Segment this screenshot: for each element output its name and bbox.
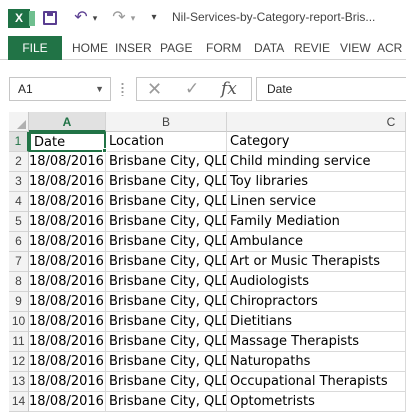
row-header[interactable]: 9 [9, 292, 29, 312]
row-header[interactable]: 4 [9, 192, 29, 212]
tab-file[interactable]: FILE [8, 36, 62, 60]
table-cell-c[interactable]: Art or Music Therapists [227, 252, 406, 272]
table-cell-a[interactable]: 18/08/2016 [29, 372, 106, 392]
table-cell-c[interactable]: Massage Therapists [227, 332, 406, 352]
undo-dropdown-icon[interactable]: ▾ [90, 8, 100, 28]
tab-review[interactable]: REVIE [294, 36, 332, 60]
document-title: Nil-Services-by-Category-report-Bris... [172, 10, 376, 24]
row-header[interactable]: 2 [9, 152, 29, 172]
header-cell-a[interactable]: Date [29, 132, 106, 152]
table-cell-a[interactable]: 18/08/2016 [29, 292, 106, 312]
name-box-value: A1 [18, 82, 33, 96]
table-cell-a[interactable]: 18/08/2016 [29, 252, 106, 272]
redo-icon[interactable]: ↷ [110, 8, 128, 28]
spreadsheet-grid: A B C 1 Date Location Category 2 18/08/2016 Br… [0, 112, 406, 418]
fill-handle[interactable] [102, 148, 107, 153]
resize-handle[interactable] [121, 82, 124, 96]
row-header[interactable]: 12 [9, 352, 29, 372]
table-cell-c[interactable]: Naturopaths [227, 352, 406, 372]
column-header-a[interactable]: A [29, 112, 106, 132]
title-bar: X ↶ ▾ ↷ ▾ ▾ Nil-Services-by-Category-rep… [0, 0, 406, 36]
tab-insert[interactable]: INSER [115, 36, 152, 60]
header-cell-b[interactable]: Location [106, 132, 227, 152]
table-cell-b[interactable]: Brisbane City, QLD [106, 152, 227, 172]
row-header[interactable]: 8 [9, 272, 29, 292]
redo-dropdown-icon[interactable]: ▾ [128, 8, 138, 28]
table-cell-b[interactable]: Brisbane City, QLD [106, 212, 227, 232]
table-cell-a[interactable]: 18/08/2016 [29, 152, 106, 172]
chevron-down-icon[interactable]: ▼ [95, 78, 104, 100]
table-cell-c[interactable]: Optometrists [227, 392, 406, 412]
customize-toolbar-icon[interactable]: ▾ [148, 8, 160, 28]
name-box[interactable]: A1 ▼ [9, 77, 111, 101]
table-cell-a[interactable]: 18/08/2016 [29, 172, 106, 192]
row-header[interactable]: 7 [9, 252, 29, 272]
tab-data[interactable]: DATA [254, 36, 288, 60]
table-cell-b[interactable]: Brisbane City, QLD [106, 392, 227, 412]
table-cell-b[interactable]: Brisbane City, QLD [106, 272, 227, 292]
insert-function-icon[interactable]: fx [221, 78, 237, 100]
table-cell-a[interactable]: 18/08/2016 [29, 352, 106, 372]
table-cell-b[interactable]: Brisbane City, QLD [106, 312, 227, 332]
formula-buttons: ✕ ✓ fx [136, 77, 252, 101]
table-cell-a[interactable]: 18/08/2016 [29, 272, 106, 292]
table-cell-b[interactable]: Brisbane City, QLD [106, 172, 227, 192]
row-header[interactable]: 11 [9, 332, 29, 352]
row-header[interactable]: 3 [9, 172, 29, 192]
table-cell-b[interactable]: Brisbane City, QLD [106, 252, 227, 272]
column-header-c[interactable]: C [227, 112, 406, 132]
header-cell-c[interactable]: Category [227, 132, 406, 152]
check-icon[interactable]: ✓ [185, 78, 199, 100]
table-cell-c[interactable]: Family Mediation [227, 212, 406, 232]
table-cell-a[interactable]: 18/08/2016 [29, 232, 106, 252]
table-cell-b[interactable]: Brisbane City, QLD [106, 352, 227, 372]
tab-formulas[interactable]: FORM [206, 36, 244, 60]
table-cell-c[interactable]: Dietitians [227, 312, 406, 332]
table-cell-b[interactable]: Brisbane City, QLD [106, 232, 227, 252]
tab-page-layout[interactable]: PAGE [160, 36, 194, 60]
table-cell-c[interactable]: Audiologists [227, 272, 406, 292]
table-cell-b[interactable]: Brisbane City, QLD [106, 372, 227, 392]
row-header[interactable]: 6 [9, 232, 29, 252]
save-icon[interactable] [40, 8, 60, 28]
table-cell-c[interactable]: Linen service [227, 192, 406, 212]
formula-input[interactable]: Date [256, 77, 406, 101]
table-cell-c[interactable]: Toy libraries [227, 172, 406, 192]
table-cell-c[interactable]: Occupational Therapists [227, 372, 406, 392]
table-cell-b[interactable]: Brisbane City, QLD [106, 332, 227, 352]
table-cell-c[interactable]: Child minding service [227, 152, 406, 172]
row-header[interactable]: 10 [9, 312, 29, 332]
tab-view[interactable]: VIEW [340, 36, 372, 60]
table-cell-b[interactable]: Brisbane City, QLD [106, 192, 227, 212]
table-cell-b[interactable]: Brisbane City, QLD [106, 292, 227, 312]
table-cell-a[interactable]: 18/08/2016 [29, 332, 106, 352]
table-cell-a[interactable]: 18/08/2016 [29, 212, 106, 232]
tab-acrobat[interactable]: ACR [377, 36, 406, 60]
excel-icon[interactable]: X [8, 9, 35, 28]
cancel-icon[interactable]: ✕ [147, 78, 162, 100]
row-header[interactable]: 13 [9, 372, 29, 392]
row-header[interactable]: 14 [9, 392, 29, 412]
table-cell-c[interactable]: Ambulance [227, 232, 406, 252]
table-cell-c[interactable]: Chiropractors [227, 292, 406, 312]
tab-home[interactable]: HOME [72, 36, 110, 60]
table-cell-a[interactable]: 18/08/2016 [29, 192, 106, 212]
select-all-button[interactable] [9, 112, 29, 132]
row-header[interactable]: 1 [9, 132, 29, 152]
table-cell-a[interactable]: 18/08/2016 [29, 392, 106, 412]
table-cell-a[interactable]: 18/08/2016 [29, 312, 106, 332]
formula-value: Date [267, 82, 293, 96]
column-header-b[interactable]: B [106, 112, 227, 132]
ribbon-tabs: FILE HOME INSER PAGE FORM DATA REVIE VIE… [0, 36, 406, 60]
undo-icon[interactable]: ↶ [72, 8, 90, 28]
row-header[interactable]: 5 [9, 212, 29, 232]
